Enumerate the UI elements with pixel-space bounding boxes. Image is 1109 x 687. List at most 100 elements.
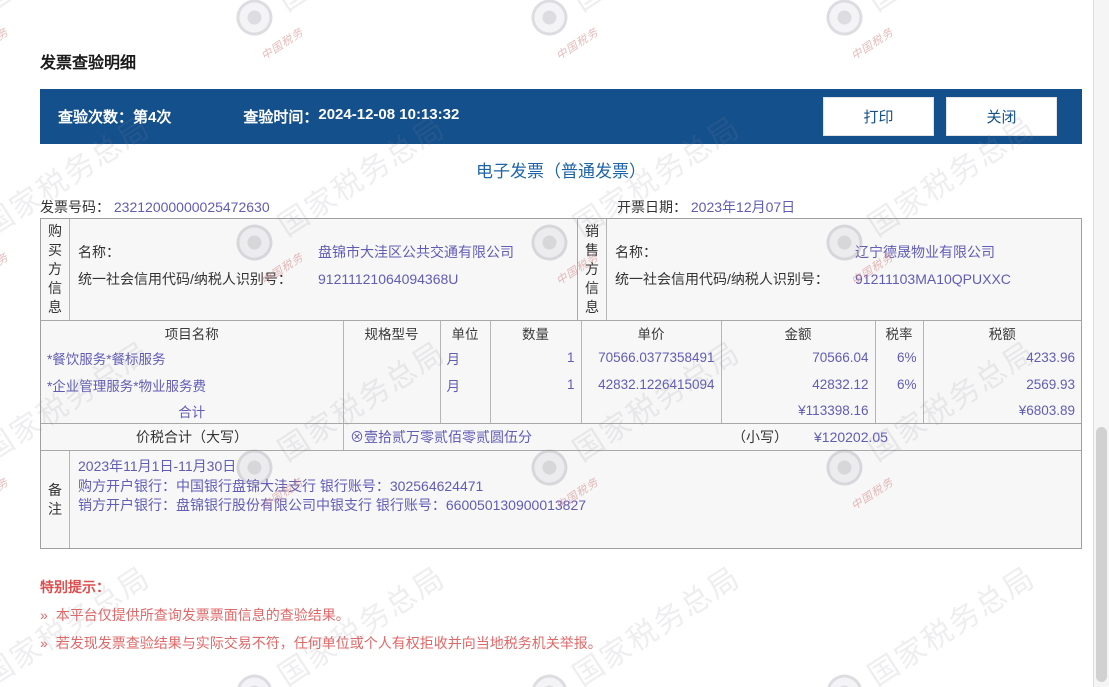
total-unit-empty: [439, 398, 490, 423]
seller-side-label: 销售方信息: [585, 223, 599, 315]
remarks-line: 购方开户银行：中国银行盘锦大洼支行 银行账号：302564624471: [78, 477, 484, 494]
col-header-spec: 规格型号: [342, 321, 440, 344]
close-button[interactable]: 关闭: [946, 97, 1057, 136]
col-header-tax-rate: 税率: [874, 321, 923, 344]
col-header-amount: 金额: [720, 321, 875, 344]
col-header-tax: 税额: [922, 321, 1081, 344]
seller-name-label: 名称：: [615, 244, 657, 260]
print-button[interactable]: 打印: [823, 97, 934, 136]
total-spec-empty: [342, 398, 440, 423]
item-unit-price: 70566.0377358491: [580, 344, 721, 371]
item-name: *企业管理服务*物业服务费: [47, 378, 207, 394]
special-notice-title: 特别提示：: [40, 579, 110, 595]
items-total-row: 合计 ¥113398.16 ¥6803.89: [41, 398, 1081, 423]
notice-item: » 本平台仅提供所查询发票票面信息的查验结果。: [40, 607, 1082, 623]
seller-info-box: 销售方信息 名称： 辽宁德晟物业有限公司 统一社会信用代码/纳税人识别号： 91…: [578, 219, 1081, 320]
invoice-date-label: 开票日期：: [617, 199, 687, 215]
check-time-value: 2024-12-08 10:13:32: [318, 106, 460, 123]
vertical-scrollbar[interactable]: [1093, 0, 1109, 687]
notice-text: 本平台仅提供所查询发票票面信息的查验结果。: [55, 607, 350, 623]
total-rate-empty: [874, 398, 923, 423]
tax-emblem-watermark-icon: 中国税务: [524, 667, 575, 687]
col-header-item-name: 项目名称: [164, 326, 219, 342]
grand-total-figures-value: ¥120202.05: [814, 429, 888, 445]
buyer-taxid-value: 91211121064094368U: [318, 271, 459, 287]
item-row: *餐饮服务*餐标服务 月 1 70566.0377358491 70566.04…: [41, 344, 1081, 371]
item-spec: [342, 371, 440, 398]
seller-name-value: 辽宁德晟物业有限公司: [855, 244, 995, 260]
remarks-content: 2023年11月1日-11月30日 购方开户银行：中国银行盘锦大洼支行 银行账号…: [70, 451, 1081, 548]
scrollbar-thumb[interactable]: [1096, 427, 1107, 682]
tax-emblem-watermark-icon: 中国税务: [229, 667, 280, 687]
check-time-label: 查验时间：: [243, 109, 319, 126]
item-qty: 1: [489, 344, 581, 371]
item-tax-rate: 6%: [874, 371, 923, 398]
remarks-line: 销方开户银行：盘锦银行股份有限公司中银支行 银行账号：6600501309000…: [78, 497, 587, 513]
seller-taxid-label: 统一社会信用代码/纳税人识别号：: [615, 271, 829, 287]
col-header-unit-price: 单价: [580, 321, 721, 344]
invoice-number-value: 23212000000025472630: [113, 199, 270, 215]
buyer-taxid-label: 统一社会信用代码/纳税人识别号：: [78, 271, 292, 287]
invoice-number-row: 发票号码： 23212000000025472630 开票日期： 2023年12…: [40, 197, 1082, 217]
seller-content: 名称： 辽宁德晟物业有限公司 统一社会信用代码/纳税人识别号： 91211103…: [607, 219, 1081, 320]
invoice-date-value: 2023年12月07日: [690, 199, 796, 215]
invoice-check-page: 发票查验明细 查验次数： 第4次 查验时间： 2024-12-08 10:13:…: [40, 0, 1082, 651]
buyer-name-label: 名称：: [78, 244, 120, 260]
total-tax: ¥6803.89: [922, 398, 1081, 423]
check-result-banner: 查验次数： 第4次 查验时间： 2024-12-08 10:13:32 打印 关…: [40, 89, 1082, 144]
seller-side-label-cell: 销售方信息: [578, 219, 607, 320]
item-unit-price: 42832.1226415094: [580, 371, 721, 398]
remarks-row: 备注 2023年11月1日-11月30日 购方开户银行：中国银行盘锦大洼支行 银…: [41, 450, 1081, 548]
check-count-value: 第4次: [133, 109, 172, 126]
total-amount: ¥113398.16: [720, 398, 875, 423]
check-count: 查验次数： 第4次: [58, 106, 171, 127]
remarks-line: 2023年11月1日-11月30日: [78, 458, 237, 474]
notice-text: 若发现发票查验结果与实际交易不符，任何单位或个人有权拒收并向当地税务机关举报。: [55, 635, 602, 651]
invoice-detail-table: 购买方信息 名称： 盘锦市大洼区公共交通有限公司 统一社会信用代码/纳税人识别号…: [40, 218, 1082, 549]
invoice-type-title: 电子发票（普通发票）: [476, 162, 646, 181]
remarks-side-label-cell: 备注: [41, 451, 70, 548]
total-label: 合计: [178, 404, 206, 420]
remarks-side-label: 备注: [48, 481, 62, 517]
grand-total-row: 价税合计（大写） ⊗壹拾贰万零贰佰零贰圆伍分 （小写） ¥120202.05: [41, 423, 1081, 450]
tax-emblem-watermark-icon: 中国税务: [819, 667, 870, 687]
buyer-name-value: 盘锦市大洼区公共交通有限公司: [318, 244, 514, 260]
buyer-info-box: 购买方信息 名称： 盘锦市大洼区公共交通有限公司 统一社会信用代码/纳税人识别号…: [41, 219, 578, 320]
check-time: 查验时间： 2024-12-08 10:13:32: [243, 106, 459, 127]
parties-section: 购买方信息 名称： 盘锦市大洼区公共交通有限公司 统一社会信用代码/纳税人识别号…: [41, 219, 1081, 321]
buyer-content: 名称： 盘锦市大洼区公共交通有限公司 统一社会信用代码/纳税人识别号： 9121…: [70, 219, 577, 320]
item-qty: 1: [489, 371, 581, 398]
items-header-row: 项目名称 规格型号 单位 数量 单价 金额 税率 税额: [41, 321, 1081, 344]
item-tax-rate: 6%: [874, 344, 923, 371]
check-count-label: 查验次数：: [58, 109, 134, 126]
buyer-side-label: 购买方信息: [48, 223, 62, 315]
notice-item: » 若发现发票查验结果与实际交易不符，任何单位或个人有权拒收并向当地税务机关举报。: [40, 635, 1082, 651]
invoice-date: 开票日期： 2023年12月07日: [617, 197, 795, 217]
notice-bullet-icon: »: [40, 607, 48, 623]
notice-bullet-icon: »: [40, 635, 48, 651]
buyer-side-label-cell: 购买方信息: [41, 219, 70, 320]
item-amount: 42832.12: [720, 371, 875, 398]
item-amount: 70566.04: [720, 344, 875, 371]
grand-total-cell: ⊗壹拾贰万零贰佰零贰圆伍分 （小写） ¥120202.05: [343, 424, 1081, 450]
items-table: 项目名称 规格型号 单位 数量 单价 金额 税率 税额 *餐饮服务*餐标服务 月…: [41, 321, 1081, 423]
watermark-seal-text: 中国税务: [0, 476, 12, 513]
grand-total-words-label: 价税合计（大写）: [136, 429, 248, 445]
item-tax: 4233.96: [922, 344, 1081, 371]
grand-total-figures-label: （小写）: [732, 429, 788, 445]
total-price-empty: [580, 398, 721, 423]
total-qty-empty: [489, 398, 581, 423]
item-unit: 月: [439, 344, 490, 371]
col-header-unit: 单位: [439, 321, 490, 344]
item-row: *企业管理服务*物业服务费 月 1 42832.1226415094 42832…: [41, 371, 1081, 398]
item-spec: [342, 344, 440, 371]
invoice-number-label: 发票号码：: [40, 199, 110, 215]
grand-total-words-value: ⊗壹拾贰万零贰佰零贰圆伍分: [350, 429, 532, 445]
seller-taxid-value: 91211103MA10QPUXXC: [855, 271, 1011, 287]
col-header-qty: 数量: [489, 321, 581, 344]
item-name: *餐饮服务*餐标服务: [47, 351, 166, 367]
item-tax: 2569.93: [922, 371, 1081, 398]
page-title: 发票查验明细: [40, 55, 137, 72]
watermark-seal-text: 中国税务: [0, 251, 12, 288]
item-unit: 月: [439, 371, 490, 398]
